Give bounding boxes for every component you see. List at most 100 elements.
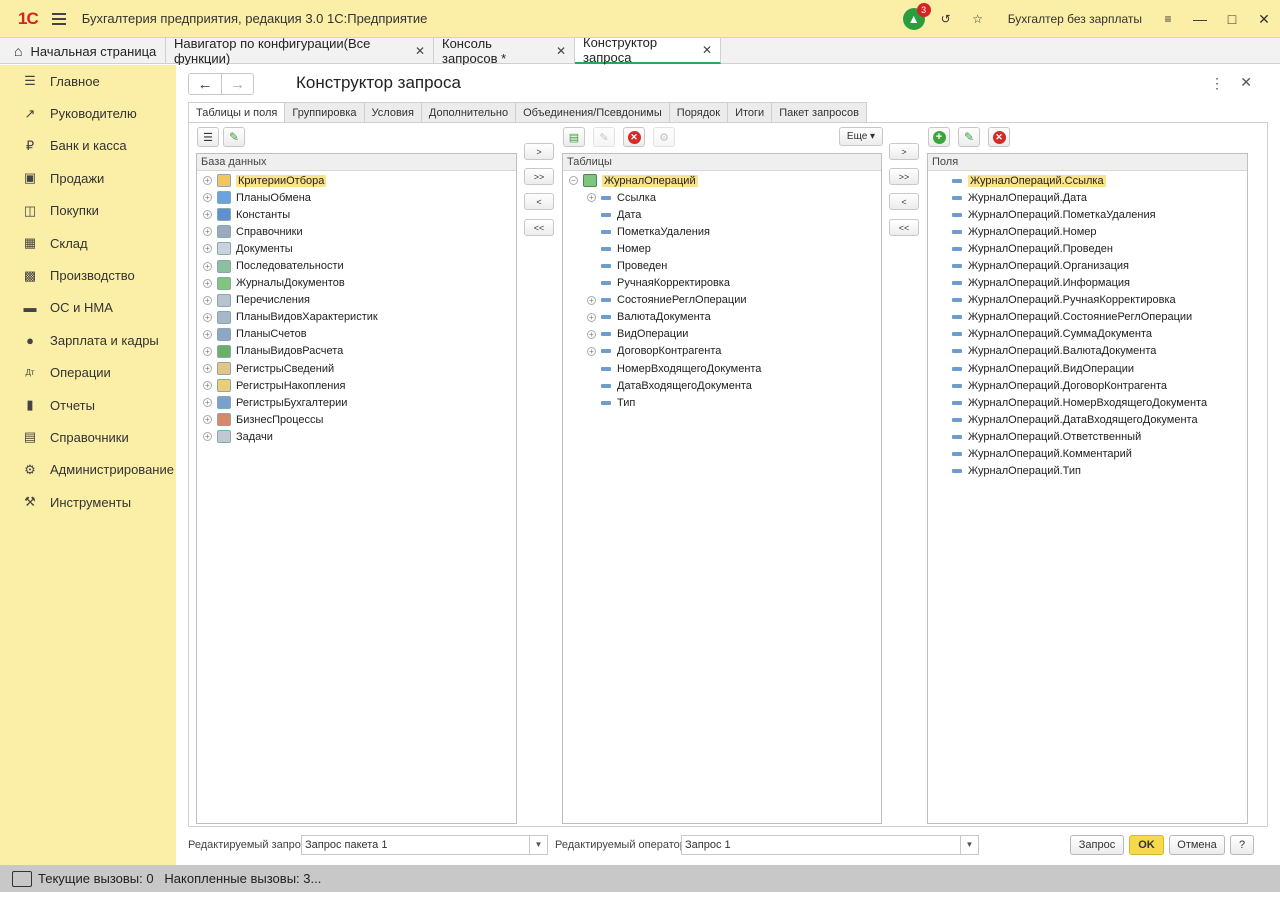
tab-unions-aliases[interactable]: Объединения/Псевдонимы [516,102,670,123]
tab-query-builder[interactable]: Конструктор запроса ✕ [575,35,721,65]
table-field-node[interactable]: + Ссылка [569,189,881,206]
query-button[interactable]: Запрос [1070,835,1124,855]
selected-field-row[interactable]: ЖурналОпераций.ВидОперации [952,360,1247,377]
move-all-left-button[interactable]: << [524,219,554,236]
expand-icon[interactable]: + [203,415,212,425]
expand-icon[interactable]: + [203,364,212,374]
monitor-icon[interactable] [12,870,32,887]
selected-field-row[interactable]: ЖурналОпераций.Проведен [952,240,1247,257]
database-tree-node[interactable]: + РегистрыНакопления [203,377,516,394]
database-tree-node[interactable]: + ПланыВидовХарактеристик [203,309,516,326]
selected-field-row[interactable]: ЖурналОпераций.ПометкаУдаления [952,206,1247,223]
selected-field-row[interactable]: ЖурналОпераций.ДатаВходящегоДокумента [952,411,1247,428]
edited-query-select[interactable]: Запрос пакета 1 ▼ [301,835,548,855]
edit-field-button[interactable]: ✎ [958,127,980,147]
close-tab-icon[interactable]: ✕ [702,43,712,57]
database-tree-node[interactable]: + Документы [203,240,516,257]
table-field-node[interactable]: Тип [569,394,881,411]
sidebar-item-administration[interactable]: ⚙ Администрирование [0,454,176,486]
edit-table-button[interactable]: ✎ [593,127,615,147]
database-tree-node[interactable]: + РегистрыБухгалтерии [203,394,516,411]
expand-icon[interactable]: + [587,312,596,322]
database-tree-node[interactable]: + ЖурналыДокументов [203,275,516,292]
table-field-node[interactable]: Проведен [569,257,881,274]
database-tree-node[interactable]: + ПланыОбмена [203,189,516,206]
selected-field-row[interactable]: ЖурналОпераций.Ссылка [952,172,1247,189]
expand-icon[interactable]: + [587,329,596,339]
selected-field-row[interactable]: ЖурналОпераций.РучнаяКорректировка [952,292,1247,309]
tab-grouping[interactable]: Группировка [285,102,365,123]
tab-query-console[interactable]: Консоль запросов * ✕ [434,36,575,66]
database-tree-node[interactable]: + КритерииОтбора [203,172,516,189]
database-tree-node[interactable]: + Справочники [203,223,516,240]
move-field-right-button[interactable]: > [889,143,919,160]
expand-icon[interactable]: + [203,278,212,288]
delete-table-button[interactable]: ✕ [623,127,645,147]
database-tree-node[interactable]: + БизнесПроцессы [203,411,516,428]
selected-field-row[interactable]: ЖурналОпераций.ДоговорКонтрагента [952,377,1247,394]
sidebar-item-sales[interactable]: ▣ Продажи [0,162,176,194]
selected-field-row[interactable]: ЖурналОпераций.Дата [952,189,1247,206]
tab-additional[interactable]: Дополнительно [421,102,517,123]
selected-field-row[interactable]: ЖурналОпераций.Номер [952,223,1247,240]
sidebar-item-warehouse[interactable]: ▦ Склад [0,227,176,259]
move-all-fields-right-button[interactable]: >> [889,168,919,185]
tree-node-root[interactable]: − ЖурналОпераций [569,172,881,189]
cancel-button[interactable]: Отмена [1169,835,1225,855]
move-all-fields-left-button[interactable]: << [889,219,919,236]
maximize-button[interactable]: □ [1216,11,1248,27]
tab-query-batch[interactable]: Пакет запросов [772,102,867,123]
database-tree-node[interactable]: + Последовательности [203,257,516,274]
selected-field-row[interactable]: ЖурналОпераций.Информация [952,275,1247,292]
table-field-node[interactable]: НомерВходящегоДокумента [569,360,881,377]
history-icon[interactable]: ↺ [934,7,958,31]
sidebar-item-operations[interactable]: Дт Операции [0,357,176,389]
move-all-right-button[interactable]: >> [524,168,554,185]
favorites-star-icon[interactable]: ☆ [966,7,990,31]
selected-field-row[interactable]: ЖурналОпераций.СостояниеРеглОперации [952,309,1247,326]
ok-button[interactable]: OK [1129,835,1164,855]
database-tree-node[interactable]: + Задачи [203,428,516,445]
selected-field-row[interactable]: ЖурналОпераций.НомерВходящегоДокумента [952,394,1247,411]
dropdown-arrow-icon[interactable]: ▼ [529,836,547,854]
move-one-right-button[interactable]: > [524,143,554,160]
back-arrow-icon[interactable]: ← [189,74,221,94]
expand-icon[interactable]: + [587,193,596,203]
collapse-icon[interactable]: − [569,176,578,186]
edit-tree-button[interactable]: ✎ [223,127,245,147]
table-field-node[interactable]: + ВидОперации [569,326,881,343]
table-field-node[interactable]: Номер [569,240,881,257]
expand-icon[interactable]: + [203,176,212,186]
expand-icon[interactable]: + [587,346,596,356]
table-field-node[interactable]: ДатаВходящегоДокумента [569,377,881,394]
table-field-node[interactable]: + ДоговорКонтрагента [569,343,881,360]
selected-field-row[interactable]: ЖурналОпераций.Комментарий [952,446,1247,463]
tab-order[interactable]: Порядок [669,102,729,123]
expand-icon[interactable]: + [203,261,212,271]
expand-icon[interactable]: + [203,329,212,339]
tab-home[interactable]: ⌂ Начальная страница [0,38,166,64]
tab-config-navigator[interactable]: Навигатор по конфигурации(Все функции) ✕ [166,36,434,66]
close-tab-icon[interactable]: ✕ [556,44,566,58]
database-tree-node[interactable]: + Перечисления [203,292,516,309]
delete-field-button[interactable]: ✕ [988,127,1010,147]
forward-arrow-icon[interactable]: → [221,74,253,94]
selected-field-row[interactable]: ЖурналОпераций.Тип [952,463,1247,480]
table-field-node[interactable]: + ВалютаДокумента [569,309,881,326]
more-actions-button[interactable]: Еще ▾ [839,127,883,146]
expand-icon[interactable]: + [203,312,212,322]
expand-icon[interactable]: + [203,381,212,391]
edited-operator-select[interactable]: Запрос 1 ▼ [681,835,979,855]
sidebar-item-production[interactable]: ▩ Производство [0,259,176,291]
database-tree-node[interactable]: + РегистрыСведений [203,360,516,377]
selected-field-row[interactable]: ЖурналОпераций.Ответственный [952,428,1247,445]
selected-field-row[interactable]: ЖурналОпераций.СуммаДокумента [952,326,1247,343]
table-field-node[interactable]: Дата [569,206,881,223]
expand-icon[interactable]: + [203,244,212,254]
sidebar-item-reports[interactable]: ▮ Отчеты [0,389,176,421]
sidebar-item-assets[interactable]: ▬ ОС и НМА [0,292,176,324]
close-tab-icon[interactable]: ✕ [415,44,425,58]
selected-field-row[interactable]: ЖурналОпераций.ВалютаДокумента [952,343,1247,360]
sidebar-item-catalogs[interactable]: ▤ Справочники [0,421,176,453]
expand-icon[interactable]: + [203,193,212,203]
